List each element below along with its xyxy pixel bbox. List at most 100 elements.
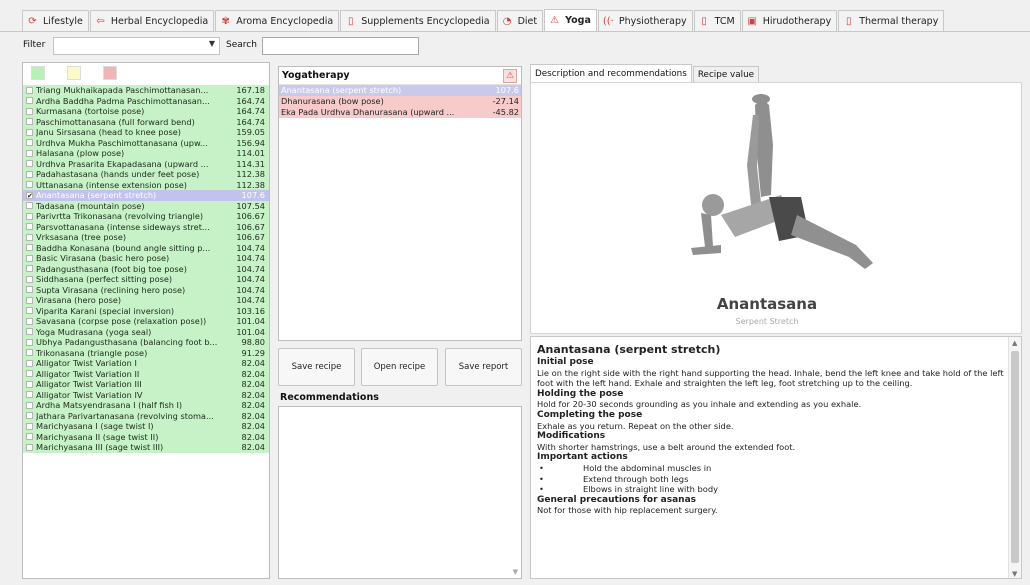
tab-herbal-encyclopedia[interactable]: ⇦ Herbal Encyclopedia	[89, 10, 215, 31]
scrollbar-thumb[interactable]	[1011, 351, 1019, 563]
pose-checkbox[interactable]	[26, 181, 33, 188]
list-item[interactable]: Uttanasana (intense extension pose) 112.3…	[23, 179, 269, 190]
list-item[interactable]: Ardha Matsyendrasana I (half fish I) 82.0…	[23, 400, 269, 411]
list-item[interactable]: Ubhya Padangusthasana (balancing foot b.…	[23, 337, 269, 348]
pose-checkbox[interactable]	[26, 170, 33, 178]
pose-checkbox[interactable]	[26, 244, 33, 251]
pose-checkbox[interactable]	[26, 328, 33, 335]
pose-checkbox[interactable]	[26, 359, 33, 367]
tab-diet[interactable]: ◔ Diet	[496, 10, 544, 31]
tab-hirudotherapy[interactable]: ▣ Hirudotherapy	[741, 10, 838, 31]
list-item[interactable]: Triang Mukhaikapada Paschimottanasan... 1…	[23, 85, 269, 96]
list-item[interactable]: Halasana (plow pose) 114.01	[23, 148, 269, 159]
list-item[interactable]: Kurmasana (tortoise pose) 164.74	[23, 106, 269, 117]
tab-yoga[interactable]: ⚠ Yoga	[544, 9, 597, 31]
pose-checkbox[interactable]	[26, 338, 33, 346]
tab-description[interactable]: Description and recommendations	[530, 64, 692, 82]
search-input[interactable]	[262, 37, 419, 55]
pose-checkbox[interactable]	[26, 107, 33, 115]
list-item[interactable]: Janu Sirsasana (head to knee pose) 159.05	[23, 127, 269, 138]
pose-checkbox[interactable]	[26, 86, 33, 94]
list-item[interactable]: Basic Virasana (basic hero pose) 104.74	[23, 253, 269, 264]
list-item[interactable]: Urdhva Prasarita Ekapadasana (upward ...…	[23, 158, 269, 169]
save-recipe-button[interactable]: Save recipe	[278, 348, 355, 386]
list-item[interactable]: Jathara Parivartanasana (revolving stoma…	[23, 410, 269, 421]
pose-checkbox[interactable]	[26, 401, 33, 409]
pose-checkbox[interactable]	[26, 97, 33, 104]
list-item[interactable]: ✔ Anantasana (serpent stretch) 107.6	[23, 190, 269, 201]
yellow-filter-swatch[interactable]	[67, 66, 81, 80]
yogatherapy-row[interactable]: Anantasana (serpent stretch) 107.6	[279, 85, 521, 96]
red-filter-swatch[interactable]	[103, 66, 117, 80]
filter-combo[interactable]: ▼	[53, 37, 220, 55]
pose-checkbox[interactable]	[26, 286, 33, 293]
pose-checkbox[interactable]	[26, 118, 33, 125]
list-item[interactable]: Baddha Konasana (bound angle sitting p..…	[23, 242, 269, 253]
yoga-warning-icon[interactable]: ⚠	[503, 69, 517, 83]
list-item[interactable]: Paschimottanasana (full forward bend) 164…	[23, 116, 269, 127]
list-item[interactable]: Supta Virasana (reclining hero pose) 104.…	[23, 284, 269, 295]
list-item[interactable]: Alligator Twist Variation IV 82.04	[23, 389, 269, 400]
pose-checkbox[interactable]	[26, 422, 33, 430]
list-item[interactable]: Alligator Twist Variation I 82.04	[23, 358, 269, 369]
pose-checkbox[interactable]	[26, 128, 33, 136]
pose-checkbox[interactable]	[26, 307, 33, 314]
pose-checkbox[interactable]	[26, 233, 33, 241]
list-item[interactable]: Trikonasana (triangle pose) 91.29	[23, 347, 269, 358]
list-item[interactable]: Yoga Mudrasana (yoga seal) 101.04	[23, 326, 269, 337]
list-item[interactable]: Siddhasana (perfect sitting pose) 104.74	[23, 274, 269, 285]
scroll-down-icon[interactable]: ▼	[1012, 570, 1017, 578]
pose-checkbox[interactable]	[26, 160, 33, 167]
list-item[interactable]: Marichyasana I (sage twist I) 82.04	[23, 421, 269, 432]
list-item[interactable]: Parivrtta Trikonasana (revolving triangl…	[23, 211, 269, 222]
pose-checkbox[interactable]	[26, 212, 33, 220]
list-item[interactable]: Alligator Twist Variation II 82.04	[23, 368, 269, 379]
list-item[interactable]: Parsvottanasana (intense sideways stret.…	[23, 221, 269, 232]
green-filter-swatch[interactable]	[31, 66, 45, 80]
pose-checkbox[interactable]	[26, 265, 33, 272]
pose-checkbox[interactable]	[26, 317, 33, 325]
open-recipe-button[interactable]: Open recipe	[361, 348, 438, 386]
list-item[interactable]: Savasana (corpse pose (relaxation pose))…	[23, 316, 269, 327]
tab-lifestyle[interactable]: ⟳ Lifestyle	[22, 10, 89, 31]
recommendations-box[interactable]: ▼	[278, 406, 522, 579]
tab-physiotherapy[interactable]: ((· Physiotherapy	[597, 10, 693, 31]
pose-checkbox[interactable]	[26, 370, 33, 377]
tab-thermal-therapy[interactable]: ▯ Thermal therapy	[838, 10, 945, 31]
list-item[interactable]: Ardha Baddha Padma Paschimottanasan... 16…	[23, 95, 269, 106]
list-item[interactable]: Marichyasana II (sage twist II) 82.04	[23, 431, 269, 442]
list-item[interactable]: Urdhva Mukha Paschimottanasana (upw... 15…	[23, 137, 269, 148]
pose-checkbox[interactable]	[26, 443, 33, 451]
yogatherapy-row[interactable]: Eka Pada Urdhva Dhanurasana (upward ... -…	[279, 107, 521, 118]
list-item[interactable]: Alligator Twist Variation III 82.04	[23, 379, 269, 390]
list-item[interactable]: Marichyasana III (sage twist III) 82.04	[23, 442, 269, 453]
scroll-down-icon[interactable]: ▼	[513, 568, 518, 576]
pose-checkbox[interactable]	[26, 433, 33, 440]
list-item[interactable]: Vrksasana (tree pose) 106.67	[23, 232, 269, 243]
pose-checkbox[interactable]	[26, 139, 33, 146]
list-item[interactable]: Virasana (hero pose) 104.74	[23, 295, 269, 306]
tab-supplements-encyclopedia[interactable]: ▯ Supplements Encyclopedia	[340, 10, 496, 31]
pose-checkbox[interactable]	[26, 380, 33, 388]
tab-tcm[interactable]: ▯ TCM	[693, 10, 741, 31]
tab-aroma-encyclopedia[interactable]: ✾ Aroma Encyclopedia	[215, 10, 340, 31]
list-item[interactable]: Tadasana (mountain pose) 107.54	[23, 200, 269, 211]
yogatherapy-row[interactable]: Dhanurasana (bow pose) -27.14	[279, 96, 521, 107]
description-scrollbar[interactable]: ▲ ▼	[1008, 337, 1021, 578]
scroll-up-icon[interactable]: ▲	[1012, 339, 1017, 347]
pose-checkbox[interactable]	[26, 254, 33, 262]
pose-checkbox[interactable]	[26, 296, 33, 304]
pose-checkbox[interactable]	[26, 275, 33, 283]
pose-checkbox[interactable]	[26, 391, 33, 398]
tab-recipe-value[interactable]: Recipe value	[692, 66, 760, 82]
list-item[interactable]: Viparita Karani (special inversion) 103.1…	[23, 305, 269, 316]
pose-checkbox[interactable]	[26, 202, 33, 209]
list-item[interactable]: Padangusthasana (foot big toe pose) 104.7…	[23, 263, 269, 274]
save-report-button[interactable]: Save report	[445, 348, 522, 386]
pose-checkbox[interactable]: ✔	[26, 191, 33, 199]
pose-checkbox[interactable]	[26, 223, 33, 230]
list-item[interactable]: Padahastasana (hands under feet pose) 112…	[23, 169, 269, 180]
pose-checkbox[interactable]	[26, 149, 33, 157]
pose-checkbox[interactable]	[26, 412, 33, 419]
pose-checkbox[interactable]	[26, 349, 33, 356]
